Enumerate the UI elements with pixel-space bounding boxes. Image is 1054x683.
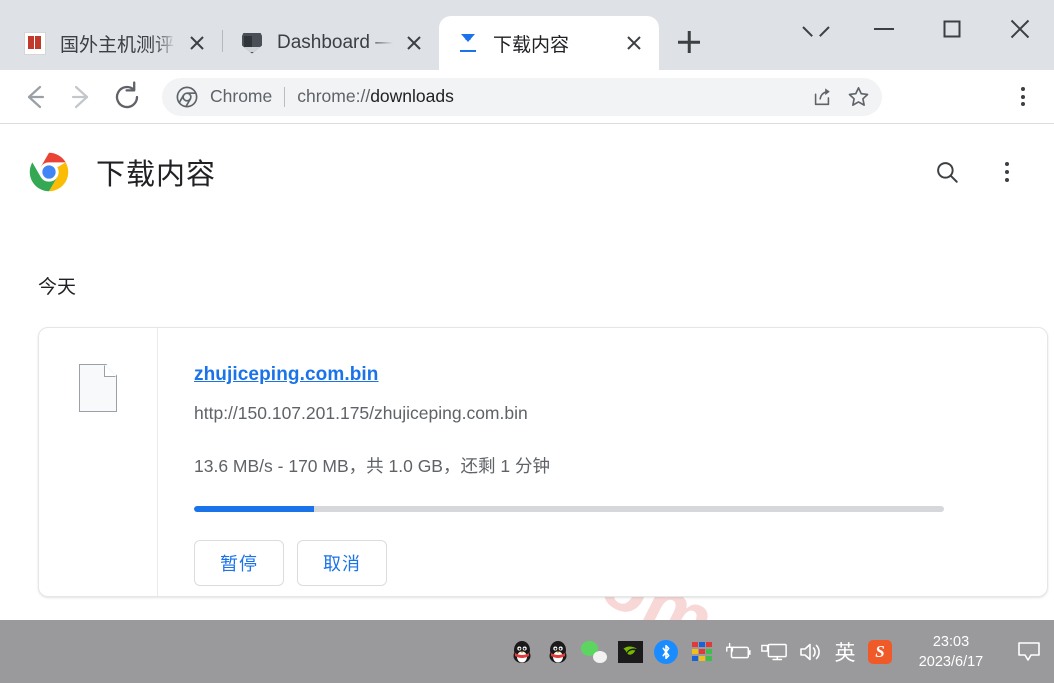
sogou-input-icon[interactable]: S [862,630,898,674]
tab-strip: 国外主机测评 Dashboard — 下载内容 [0,0,1054,70]
new-tab-button[interactable] [669,22,709,62]
bookmark-star-icon[interactable] [840,79,876,115]
system-tray: 英 S 23:03 2023/6/17 [504,630,1048,674]
download-file-url: http://150.107.201.175/zhujiceping.com.b… [194,403,528,423]
download-item-body: zhujiceping.com.bin http://150.107.201.1… [158,328,1047,596]
downloads-page-header: 下载内容 [0,124,1054,220]
download-progress-bar [194,506,944,512]
tab-dashboard[interactable]: Dashboard — [223,16,439,70]
chrome-logo-icon [28,151,70,193]
browser-more-vertical-icon[interactable] [1004,78,1042,116]
cancel-button[interactable]: 取消 [297,540,387,586]
page-header-actions [930,155,1024,189]
maximize-icon[interactable] [918,0,986,58]
address-bar[interactable]: Chrome chrome://downloads [162,77,882,116]
section-label-today: 今天 [38,277,77,298]
color-grid-icon[interactable] [684,630,720,674]
tab-title: Dashboard — [277,32,393,53]
wechat-icon[interactable] [576,630,612,674]
search-icon[interactable] [930,155,964,189]
screen: 国外主机测评 Dashboard — 下载内容 Chrome chrome://… [0,0,1054,683]
omnibox-url-scheme: chrome:// [297,86,371,106]
share-icon[interactable] [804,79,840,115]
tab-search-chevron-down-icon[interactable] [782,0,850,58]
ime-language-indicator[interactable]: 英 [828,630,862,674]
display-icon[interactable] [756,630,792,674]
download-favicon-icon [457,32,479,54]
sogou-letter: S [868,639,892,664]
tab-title: 下载内容 [493,34,570,56]
generic-file-icon [79,364,117,412]
tab-close-icon[interactable] [182,28,212,58]
qq-penguin-icon[interactable] [504,630,540,674]
pause-button[interactable]: 暂停 [194,540,284,586]
omnibox-url[interactable]: chrome://downloads [297,86,804,107]
omnibox-site-label: Chrome [210,86,273,106]
clock-time: 23:03 [932,633,970,650]
download-action-buttons: 暂停 取消 [194,540,1047,586]
browser-toolbar: Chrome chrome://downloads [0,70,1054,124]
clock-date: 2023/6/17 [918,653,984,670]
chrome-icon [176,86,198,108]
browser-window: 国外主机测评 Dashboard — 下载内容 Chrome chrome://… [0,0,1054,638]
back-arrow-left-icon[interactable] [14,76,56,118]
tab-close-icon[interactable] [399,28,429,58]
window-controls [782,0,1054,58]
speech-bubble-icon[interactable] [1010,630,1048,674]
bluetooth-icon[interactable] [648,630,684,674]
red-seal-favicon-icon [24,31,46,55]
tab-guowai-zhuji-ceping[interactable]: 国外主机测评 [6,16,222,70]
page-title: 下载内容 [96,159,217,191]
page-more-vertical-icon[interactable] [990,155,1024,189]
download-status-text: 13.6 MB/s - 170 MB，共 1.0 GB，还剩 1 分钟 [194,456,550,476]
battery-icon[interactable] [720,630,756,674]
volume-icon[interactable] [792,630,828,674]
close-window-icon[interactable] [986,0,1054,58]
file-icon-column [39,328,158,596]
tab-close-icon[interactable] [619,28,649,58]
download-item-card[interactable]: zhujiceping.com.bin http://150.107.201.1… [38,327,1048,597]
tab-downloads[interactable]: 下载内容 [439,16,659,70]
minimize-icon[interactable] [850,0,918,58]
omnibox-divider [284,86,286,107]
forward-arrow-right-icon[interactable] [60,76,102,118]
taskbar-clock[interactable]: 23:03 2023/6/17 [908,632,994,672]
nvidia-icon[interactable] [612,630,648,674]
download-progress-fill [194,506,314,512]
shield-favicon-icon [241,32,263,54]
tab-title: 国外主机测评 [60,34,175,56]
omnibox-url-path: downloads [370,86,454,106]
qq-penguin-icon[interactable] [540,630,576,674]
download-file-name-link[interactable]: zhujiceping.com.bin [194,364,379,386]
windows-taskbar: 英 S 23:03 2023/6/17 [0,620,1054,683]
reload-icon[interactable] [106,76,148,118]
downloads-page: zhujiceping.com 下载内容 [0,124,1054,638]
